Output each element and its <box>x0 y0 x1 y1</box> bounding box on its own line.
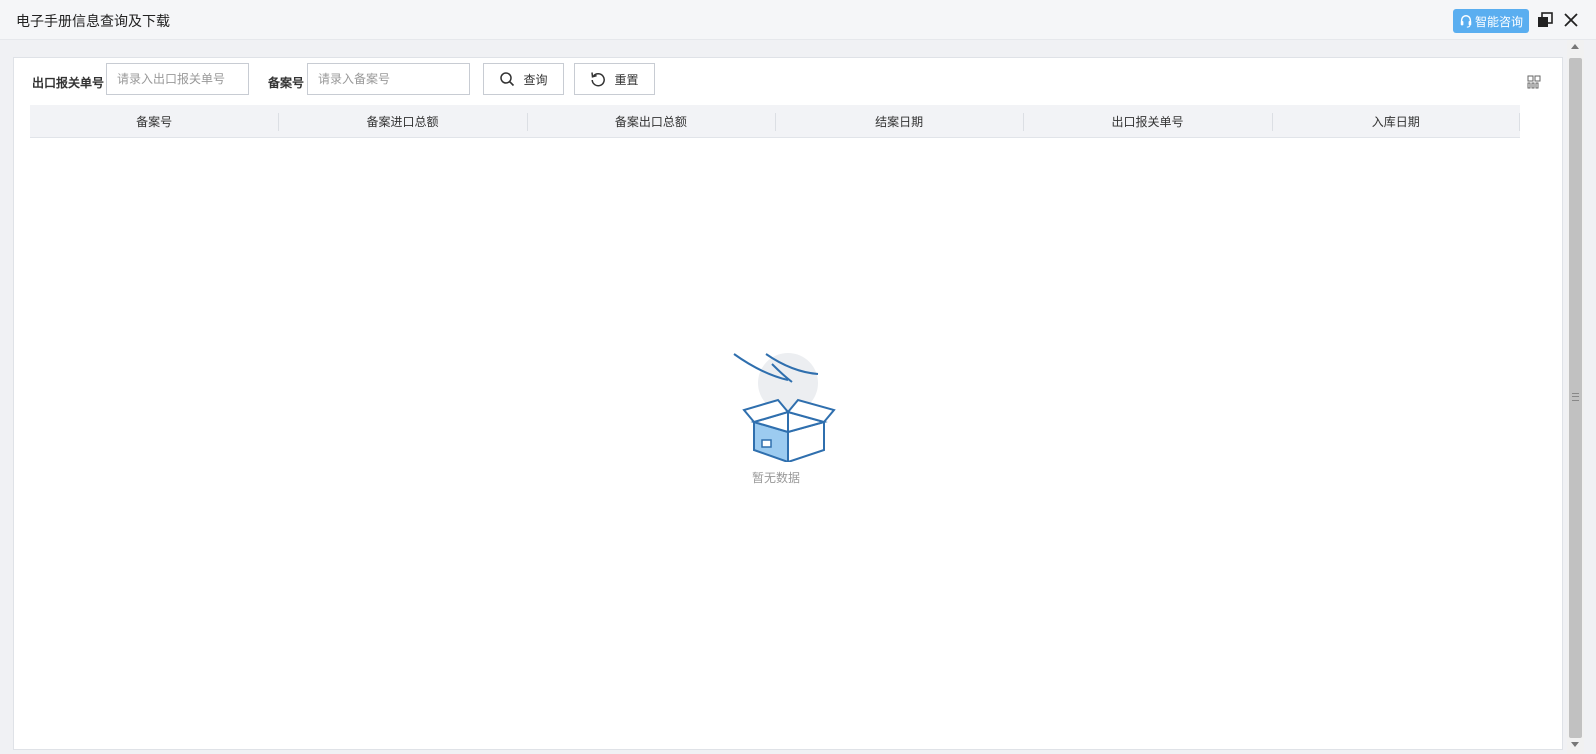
main-panel: 出口报关单号 备案号 查询 重置 备案号 备案进口总额 备案出口总额 结案日期 … <box>13 57 1563 750</box>
column-header-close-date[interactable]: 结案日期 <box>774 105 1023 137</box>
column-header-export-total[interactable]: 备案出口总额 <box>526 105 775 137</box>
search-icon <box>500 72 515 87</box>
restore-window-icon[interactable] <box>1537 12 1553 28</box>
export-no-input[interactable] <box>106 63 249 95</box>
reset-button[interactable]: 重置 <box>574 63 655 95</box>
scroll-up-icon[interactable] <box>1571 44 1579 49</box>
smart-consult-label: 智能咨询 <box>1474 14 1523 29</box>
scroll-thumb[interactable] <box>1569 58 1582 738</box>
window-title: 电子手册信息查询及下载 <box>16 14 170 30</box>
export-no-label: 出口报关单号 <box>32 76 105 90</box>
refresh-icon <box>591 72 606 87</box>
vertical-scrollbar[interactable] <box>1567 40 1584 754</box>
scroll-grip-icon <box>1572 393 1579 401</box>
smart-consult-button[interactable]: 智能咨询 <box>1453 9 1529 33</box>
scroll-down-icon[interactable] <box>1571 742 1579 747</box>
column-header-storage-date[interactable]: 入库日期 <box>1271 105 1521 137</box>
column-header-record-no[interactable]: 备案号 <box>30 105 278 137</box>
query-button[interactable]: 查询 <box>483 63 564 95</box>
record-no-label: 备案号 <box>268 76 305 90</box>
column-header-import-total[interactable]: 备案进口总额 <box>278 105 526 137</box>
headset-icon <box>1460 15 1472 28</box>
title-bar: 电子手册信息查询及下载 智能咨询 <box>0 0 1596 40</box>
empty-box-icon <box>733 353 836 462</box>
record-no-input[interactable] <box>307 63 470 95</box>
close-icon[interactable] <box>1563 12 1579 28</box>
query-label: 查询 <box>523 72 548 87</box>
column-settings-icon[interactable] <box>1527 75 1541 89</box>
reset-label: 重置 <box>614 72 639 87</box>
table-header: 备案号 备案进口总额 备案出口总额 结案日期 出口报关单号 入库日期 <box>30 105 1521 138</box>
empty-state-text: 暂无数据 <box>751 471 800 485</box>
column-header-export-no[interactable]: 出口报关单号 <box>1023 105 1271 137</box>
